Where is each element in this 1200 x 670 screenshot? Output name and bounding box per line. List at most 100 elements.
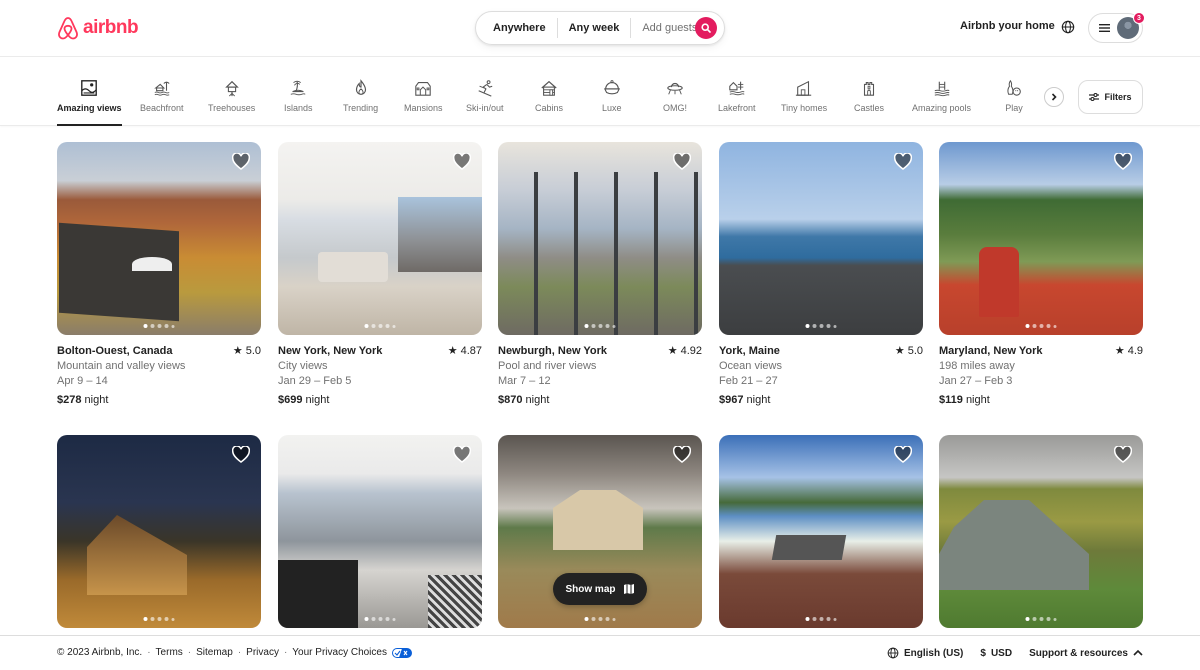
heart-icon[interactable] xyxy=(894,446,912,463)
notification-badge: 3 xyxy=(1133,12,1145,24)
category-amazing-pools[interactable]: Amazing pools xyxy=(912,79,971,113)
heart-icon[interactable] xyxy=(673,446,691,463)
airbnb-logo[interactable]: airbnb xyxy=(57,16,139,40)
support-resources-button[interactable]: Support & resources xyxy=(1029,648,1143,659)
footer: © 2023 Airbnb, Inc. · Terms · Sitemap · … xyxy=(0,635,1200,670)
category-label: OMG! xyxy=(663,103,687,113)
heart-icon[interactable] xyxy=(232,446,250,463)
listing-photo[interactable] xyxy=(278,142,482,335)
listing-dates: Jan 27 – Feb 3 xyxy=(939,375,1013,387)
photo-cabin-shape xyxy=(59,222,179,322)
currency-selector[interactable]: $ USD xyxy=(980,648,1012,659)
category-trending[interactable]: Trending xyxy=(343,79,378,113)
category-mansions[interactable]: Mansions xyxy=(404,79,443,113)
search-bar[interactable]: Anywhere Any week Add guests xyxy=(475,11,725,45)
category-label: Islands xyxy=(284,103,313,113)
listing-photo[interactable] xyxy=(719,435,923,628)
listing-card[interactable]: York, Maine ★ 5.0 Ocean views Feb 21 – 27… xyxy=(719,142,923,408)
listing-card[interactable]: Newburgh, New York ★ 4.92 Pool and river … xyxy=(498,142,702,408)
listing-photo[interactable] xyxy=(278,435,482,628)
photo-house-shape xyxy=(939,500,1089,590)
listing-photo[interactable] xyxy=(498,142,702,335)
bowling-icon xyxy=(1007,79,1021,96)
search-any-week[interactable]: Any week xyxy=(558,22,631,34)
category-treehouses[interactable]: Treehouses xyxy=(208,79,255,113)
category-beachfront[interactable]: Beachfront xyxy=(140,79,184,113)
photo-window-frame xyxy=(498,172,702,335)
photo-table-shape xyxy=(771,535,847,560)
user-menu-button[interactable]: 3 xyxy=(1088,12,1145,43)
photo-chair-shape xyxy=(428,575,482,628)
heart-icon[interactable] xyxy=(453,153,471,170)
photo-carousel-dots xyxy=(805,324,837,328)
photo-carousel-dots xyxy=(584,617,616,621)
heart-icon[interactable] xyxy=(894,153,912,170)
heart-icon[interactable] xyxy=(232,153,250,170)
airbnb-your-home-link[interactable]: Airbnb your home xyxy=(960,20,1055,32)
listing-card[interactable]: Maryland, New York ★ 4.9 198 miles away J… xyxy=(939,142,1143,408)
filters-button[interactable]: Filters xyxy=(1078,80,1143,114)
footer-copyright: © 2023 Airbnb, Inc. xyxy=(57,647,143,658)
heart-icon[interactable] xyxy=(1114,153,1132,170)
category-cabins[interactable]: Cabins xyxy=(535,79,563,113)
listing-photo[interactable] xyxy=(57,142,261,335)
listing-photo[interactable] xyxy=(939,435,1143,628)
show-map-button[interactable]: Show map xyxy=(553,573,647,605)
photo-carousel-dots xyxy=(584,324,616,328)
category-luxe[interactable]: Luxe xyxy=(602,79,622,113)
castle-icon xyxy=(863,82,875,96)
category-amazing-views[interactable]: Amazing views xyxy=(57,79,122,126)
category-castles[interactable]: Castles xyxy=(854,79,884,113)
category-islands[interactable]: Islands xyxy=(284,79,313,113)
categories-next-button[interactable] xyxy=(1044,87,1064,107)
heart-icon[interactable] xyxy=(1114,446,1132,463)
heart-icon[interactable] xyxy=(673,153,691,170)
listing-card[interactable] xyxy=(57,435,261,628)
footer-link-sitemap[interactable]: Sitemap xyxy=(196,647,233,658)
search-button[interactable] xyxy=(695,17,717,39)
category-label: Treehouses xyxy=(208,103,256,113)
category-label: Play xyxy=(1005,103,1023,113)
photo-carousel-dots xyxy=(364,324,396,328)
listing-photo[interactable] xyxy=(57,435,261,628)
category-ski-in-out[interactable]: Ski-in/out xyxy=(466,79,504,113)
footer-link-privacy[interactable]: Privacy xyxy=(246,647,279,658)
footer-link-privacy-choices[interactable]: Your Privacy Choices xyxy=(292,647,387,658)
listing-rating: ★ 4.92 xyxy=(667,345,702,357)
listing-card[interactable]: New York, New York ★ 4.87 City views Jan … xyxy=(278,142,482,408)
category-omg[interactable]: OMG! xyxy=(663,79,687,113)
listing-subtitle: Ocean views xyxy=(719,360,782,372)
listing-dates: Mar 7 – 12 xyxy=(498,375,551,387)
listing-price: $870 night xyxy=(498,394,550,406)
listing-rating: ★ 5.0 xyxy=(894,345,923,357)
photo-sofa-shape xyxy=(318,252,388,282)
category-lakefront[interactable]: Lakefront xyxy=(718,79,756,113)
footer-link-terms[interactable]: Terms xyxy=(156,647,183,658)
search-anywhere[interactable]: Anywhere xyxy=(476,22,557,34)
listing-card[interactable] xyxy=(719,435,923,628)
listing-card[interactable]: Bolton-Ouest, Canada ★ 5.0 Mountain and v… xyxy=(57,142,261,408)
category-tiny-homes[interactable]: Tiny homes xyxy=(781,79,827,113)
language-selector[interactable]: English (US) xyxy=(887,647,963,659)
globe-icon[interactable] xyxy=(1061,20,1075,34)
listing-photo[interactable] xyxy=(939,142,1143,335)
listing-subtitle: Pool and river views xyxy=(498,360,597,372)
listing-photo[interactable] xyxy=(719,142,923,335)
amazing-views-icon xyxy=(81,80,98,96)
category-label: Mansions xyxy=(404,103,443,113)
listing-card[interactable] xyxy=(278,435,482,628)
photo-carousel-dots xyxy=(143,324,175,328)
footer-separator: · xyxy=(237,647,242,658)
top-header: airbnb Anywhere Any week Add guests Airb… xyxy=(0,0,1200,57)
star-icon: ★ xyxy=(232,345,243,357)
listing-info: Newburgh, New York ★ 4.92 Pool and river … xyxy=(498,344,702,408)
photo-chair-shape xyxy=(979,247,1019,317)
listing-rating: ★ 5.0 xyxy=(232,345,261,357)
listing-card[interactable] xyxy=(939,435,1143,628)
heart-icon[interactable] xyxy=(453,446,471,463)
photo-carousel-dots xyxy=(143,617,175,621)
category-play[interactable]: Play xyxy=(1005,79,1023,113)
category-bar: Amazing views Beachfront Treehouses Isla… xyxy=(0,57,1200,126)
language-label: English (US) xyxy=(903,647,964,659)
listing-location: York, Maine xyxy=(719,345,780,357)
